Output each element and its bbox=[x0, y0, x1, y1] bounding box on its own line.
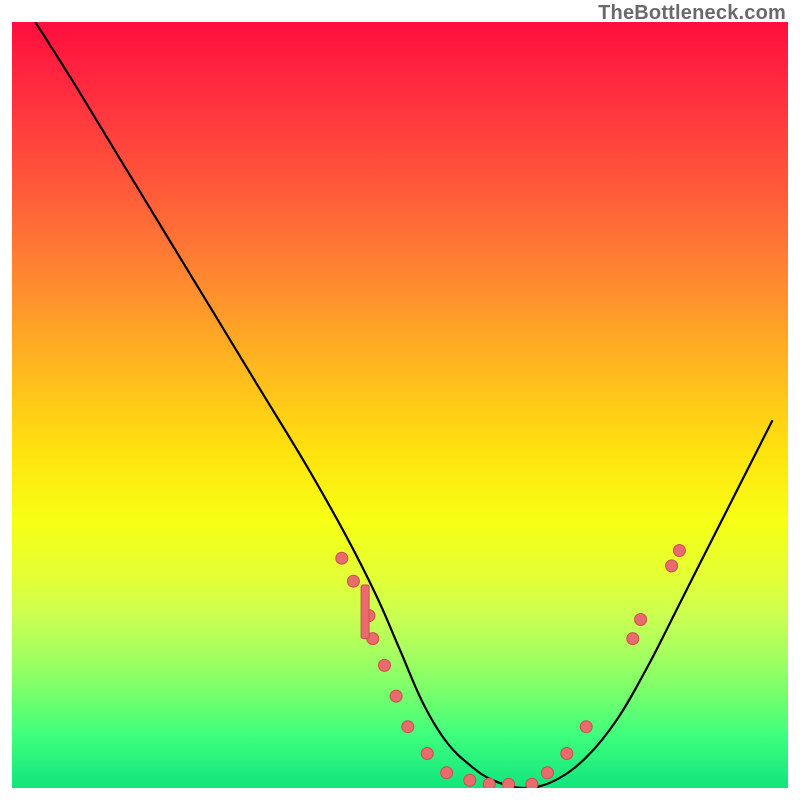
data-point bbox=[390, 690, 402, 702]
plot-area bbox=[12, 22, 788, 788]
data-point bbox=[526, 778, 538, 788]
data-point bbox=[464, 774, 476, 786]
data-point bbox=[336, 552, 348, 564]
data-point bbox=[541, 767, 553, 779]
data-point bbox=[503, 778, 515, 788]
data-point bbox=[627, 633, 639, 645]
data-point bbox=[483, 778, 495, 788]
data-point bbox=[635, 614, 647, 626]
data-point bbox=[580, 721, 592, 733]
data-points bbox=[336, 545, 686, 789]
bar-marker-group bbox=[361, 585, 369, 639]
chart-svg bbox=[12, 22, 788, 788]
data-point bbox=[561, 748, 573, 760]
chart-frame: TheBottleneck.com bbox=[0, 0, 800, 800]
data-point bbox=[666, 560, 678, 572]
data-point bbox=[441, 767, 453, 779]
data-point bbox=[402, 721, 414, 733]
data-point bbox=[421, 748, 433, 760]
bottleneck-curve bbox=[35, 22, 772, 788]
bar-marker bbox=[361, 585, 369, 639]
data-point bbox=[673, 545, 685, 557]
data-point bbox=[347, 575, 359, 587]
data-point bbox=[379, 659, 391, 671]
